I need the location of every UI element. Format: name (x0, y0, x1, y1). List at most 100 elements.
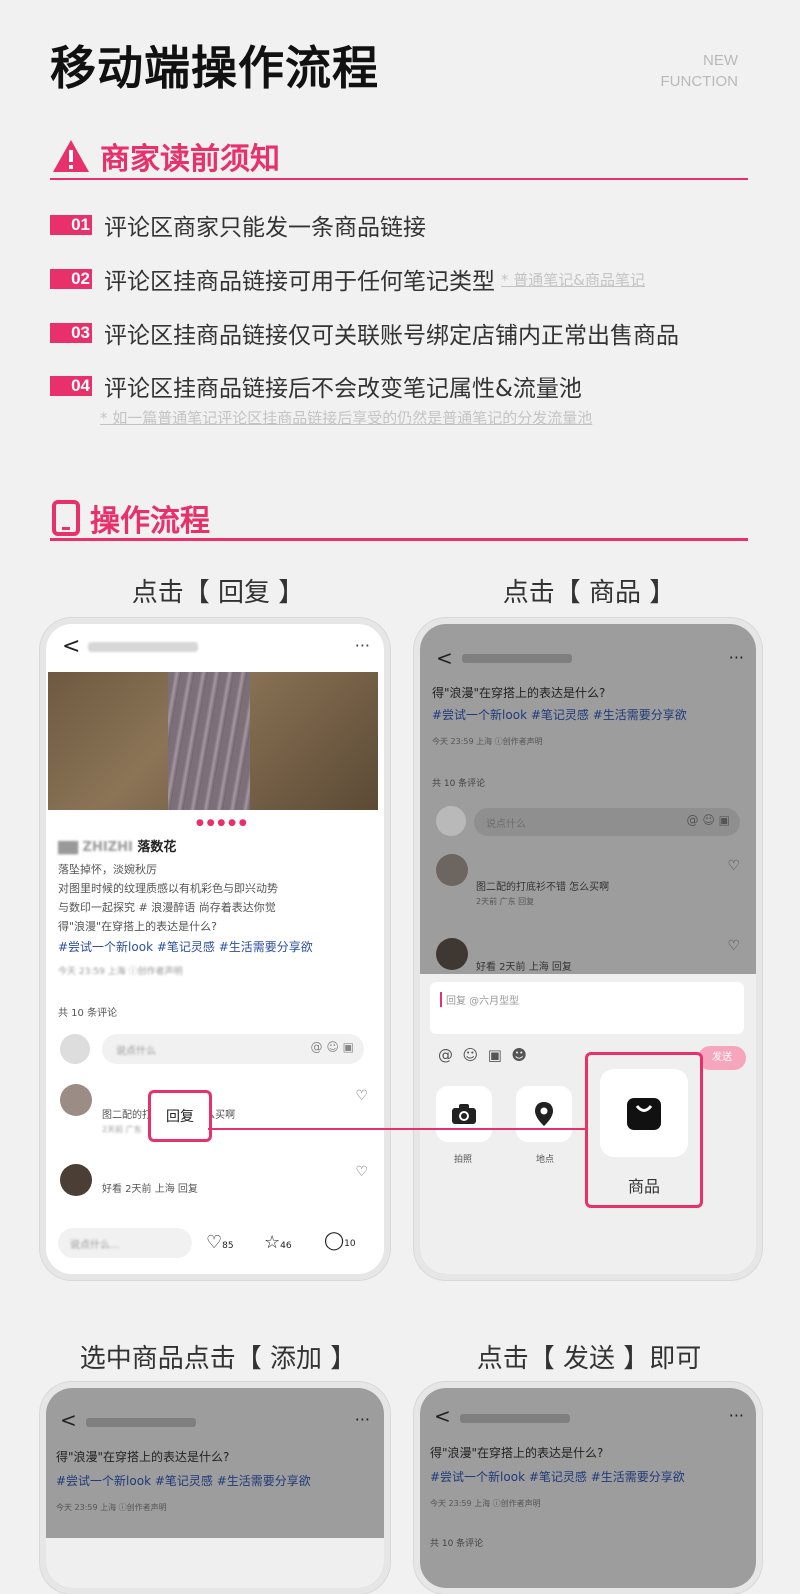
notice-item: 03 评论区挂商品链接仅可关联账号绑定店铺内正常出售商品 (50, 316, 679, 350)
note-meta: 今天 23:59 上海 ⓘ创作者声明 (432, 737, 543, 746)
phone-mockup-send: < ··· 得"浪漫"在穿搭上的表达是什么? #尝试一个新look #笔记灵感 … (414, 1382, 762, 1594)
note-meta: 今天 23:59 上海 ⓘ创作者声明 (58, 967, 183, 977)
back-icon[interactable]: < (60, 1408, 77, 1432)
function-label: FUNCTION (660, 73, 739, 90)
product-label: 商品 (627, 1177, 660, 1196)
reply-button[interactable]: 回复 (148, 1090, 212, 1142)
phone-mockup-reply: < ··· ● ● ● ● ● ▇▇ ZHIZHI 落数花 落坠掉怀，淡婉秋厉 … (40, 618, 390, 1280)
comment-icon[interactable]: ◯10 (324, 1230, 356, 1251)
item-text: 评论区挂商品链接仅可关联账号绑定店铺内正常出售商品 (104, 323, 679, 349)
notice-divider (50, 178, 748, 180)
back-icon[interactable]: < (434, 1404, 451, 1428)
avatar (436, 854, 468, 886)
note-tags[interactable]: #尝试一个新look #笔记灵感 #生活需要分享欲 (56, 1472, 311, 1489)
comment-count: 共 10 条评论 (430, 1539, 484, 1549)
note-body: 落坠掉怀，淡婉秋厉 对图里时候的纹理质感以有机彩色与即兴动势 与数印一起探究 #… (58, 863, 278, 933)
note-tags[interactable]: #尝试一个新look #笔记灵感 #生活需要分享欲 (432, 706, 687, 723)
step-caption: 点击【 回复 】 (131, 578, 305, 608)
heart-icon[interactable]: ♡ (355, 1088, 368, 1104)
star-icon[interactable]: ☆46 (264, 1232, 292, 1253)
comment-text: 好看 2天前 上海 回复 (476, 962, 572, 973)
comment-meta: 2天前 广东 回复 (476, 897, 535, 906)
comment-count: 共 10 条评论 (432, 779, 486, 789)
comment-meta: 2天前 广东 (102, 1125, 142, 1134)
author-placeholder (86, 1418, 196, 1427)
input-toolbar[interactable]: @ ☺ ▣ ☻ (438, 1046, 527, 1064)
note-question: 得"浪漫"在穿搭上的表达是什么? (430, 1446, 604, 1460)
note-meta: 今天 23:59 上海 ⓘ创作者声明 (56, 1503, 167, 1512)
avatar (60, 1084, 92, 1116)
product-sheet (46, 1538, 384, 1588)
comment-icon-count: 10 (344, 1239, 356, 1249)
notice-footnote: * 如一篇普通笔记评论区挂商品链接后享受的仍然是普通笔记的分发流量池 (100, 409, 593, 427)
connector-line (208, 1128, 586, 1130)
camera-icon (452, 1104, 476, 1124)
note-question: 得"浪漫"在穿搭上的表达是什么? (432, 686, 606, 700)
item-number: 02 (50, 269, 92, 289)
more-icon[interactable]: ··· (355, 1410, 370, 1429)
like-count: 85 (222, 1241, 234, 1251)
location-label: 地点 (536, 1155, 555, 1165)
author-placeholder (462, 654, 572, 663)
product-button[interactable]: 商品 (585, 1052, 703, 1208)
more-icon[interactable]: ··· (729, 648, 744, 667)
avatar (436, 806, 466, 836)
flow-heading: 操作流程 (52, 496, 210, 540)
note-tags[interactable]: #尝试一个新look #笔记灵感 #生活需要分享欲 (58, 938, 313, 955)
note-question: 得"浪漫"在穿搭上的表达是什么? (56, 1450, 230, 1464)
back-icon[interactable]: < (62, 634, 80, 659)
item-number: 04 (50, 376, 92, 396)
heart-icon[interactable]: ♡ (727, 938, 740, 954)
comment-text: 图二配的打底衫不错 怎么买啊 (476, 882, 610, 893)
author-placeholder (88, 642, 198, 652)
location-tool[interactable] (516, 1086, 572, 1142)
notice-heading: 商家读前须知 (52, 134, 280, 178)
step-caption: 点击【 发送 】即可 (476, 1344, 702, 1374)
notice-item: 01 评论区商家只能发一条商品链接 (50, 208, 426, 242)
flow-heading-text: 操作流程 (90, 504, 210, 539)
note-tags[interactable]: #尝试一个新look #笔记灵感 #生活需要分享欲 (430, 1468, 685, 1485)
bottom-comment-input[interactable]: 说点什么... (58, 1228, 192, 1258)
star-count: 46 (280, 1241, 292, 1251)
comment-input[interactable]: 说点什么 @ ☺ ▣ (474, 808, 740, 836)
item-text: 评论区挂商品链接可用于任何笔记类型 (104, 269, 495, 295)
notice-item: 04 评论区挂商品链接后不会改变笔记属性&流量池 (50, 369, 582, 403)
author-placeholder (460, 1414, 570, 1423)
phone-icon (52, 500, 80, 536)
phone-mockup-add: < ··· 得"浪漫"在穿搭上的表达是什么? #尝试一个新look #笔记灵感 … (40, 1382, 390, 1594)
more-icon[interactable]: ··· (355, 636, 370, 655)
like-icon[interactable]: ♡85 (206, 1232, 234, 1253)
send-button[interactable]: 发送 (698, 1046, 746, 1070)
avatar (60, 1164, 92, 1196)
flow-divider (50, 538, 748, 541)
new-function-label: NEW FUNCTION (661, 50, 739, 92)
notice-item: 02 评论区挂商品链接可用于任何笔记类型 * 普通笔记&商品笔记 (50, 262, 645, 296)
camera-label: 拍照 (454, 1155, 473, 1165)
item-text: 评论区商家只能发一条商品链接 (104, 215, 426, 241)
comment-text: 好看 2天前 上海 回复 (102, 1184, 198, 1195)
heart-icon[interactable]: ♡ (355, 1164, 368, 1180)
step-caption: 选中商品点击【 添加 】 (79, 1344, 357, 1374)
page-title: 移动端操作流程 (50, 41, 379, 95)
avatar (436, 938, 468, 970)
item-note: * 普通笔记&商品笔记 (501, 270, 645, 289)
back-icon[interactable]: < (436, 646, 453, 670)
new-label: NEW (703, 52, 738, 69)
item-number: 01 (50, 215, 92, 235)
camera-tool[interactable] (436, 1086, 492, 1142)
avatar (60, 1034, 90, 1064)
warning-icon (53, 140, 89, 172)
step-caption: 点击【 商品 】 (502, 578, 676, 608)
emoji-icons[interactable]: @ ☺ ▣ (311, 1040, 354, 1054)
notice-heading-text: 商家读前须知 (100, 142, 280, 177)
carousel-dots: ● ● ● ● ● (196, 818, 247, 828)
item-text: 评论区挂商品链接后不会改变笔记属性&流量池 (104, 376, 582, 402)
comment-input[interactable]: 说点什么 @ ☺ ▣ (102, 1034, 364, 1064)
emoji-icons[interactable]: @ ☺ ▣ (687, 813, 730, 827)
reply-input[interactable]: 回复 @六月型型 (430, 982, 744, 1034)
note-image (48, 672, 378, 810)
heart-icon[interactable]: ♡ (727, 858, 740, 874)
location-icon (535, 1102, 553, 1126)
more-icon[interactable]: ··· (729, 1406, 744, 1425)
author-line: ▇▇ ZHIZHI 落数花 (58, 840, 177, 855)
